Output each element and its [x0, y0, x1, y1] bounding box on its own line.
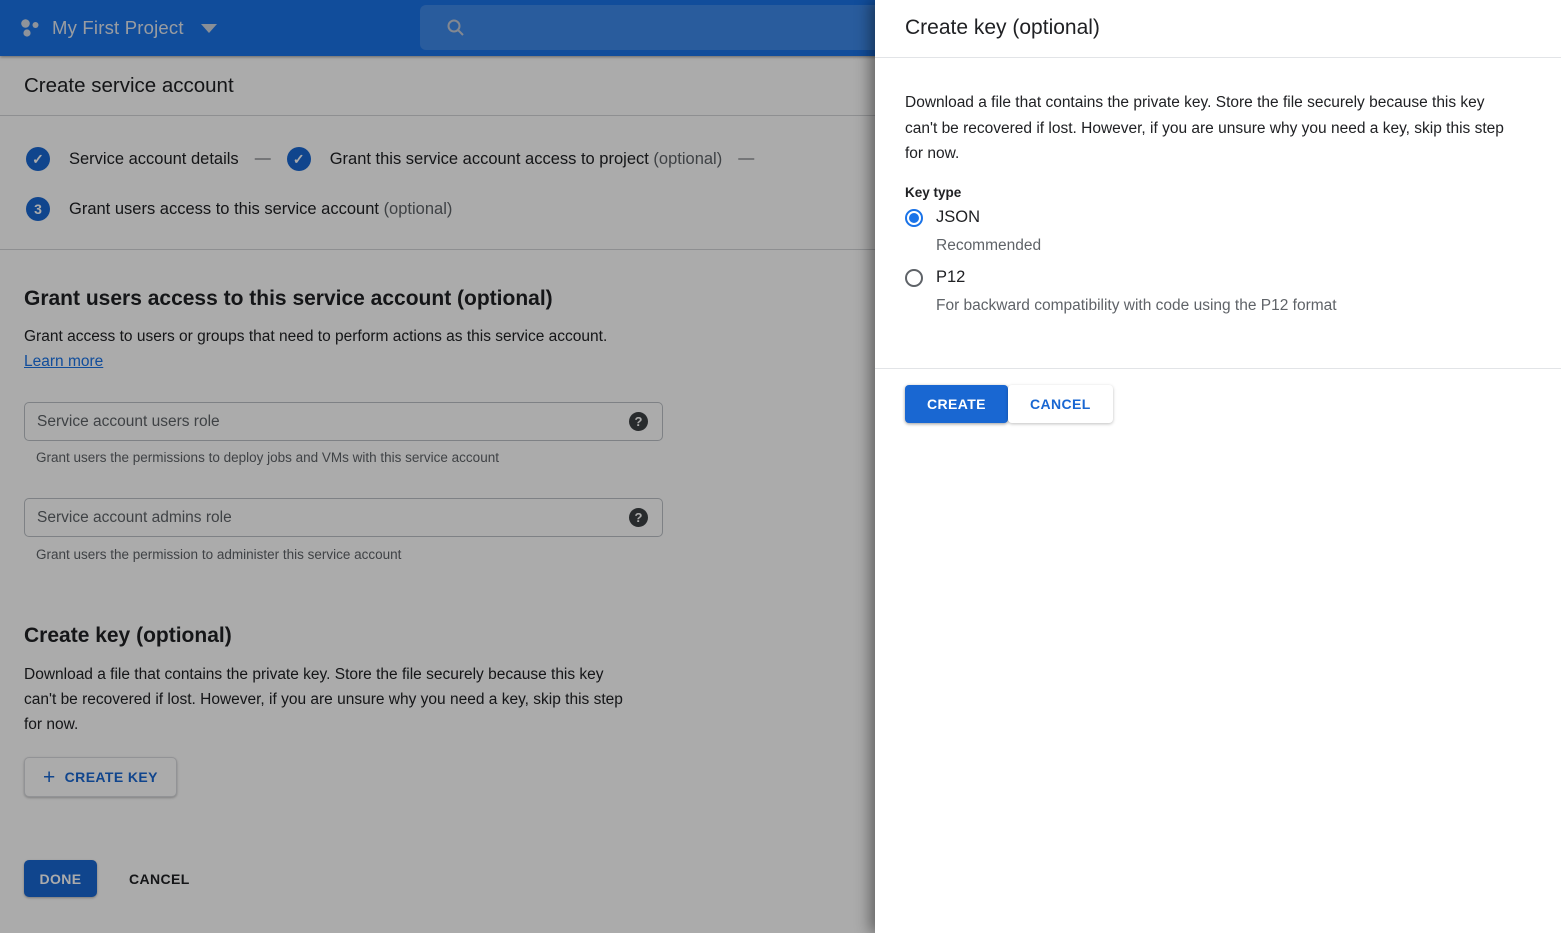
panel-description: Download a file that contains the privat…: [905, 90, 1504, 167]
json-option-label: JSON: [936, 208, 980, 227]
key-type-option-json[interactable]: JSON: [905, 208, 980, 227]
p12-option-label: P12: [936, 268, 965, 287]
screen: My First Project Create service account …: [0, 0, 1561, 933]
panel-create-button[interactable]: CREATE: [905, 385, 1008, 423]
key-type-label: Key type: [905, 185, 961, 200]
panel-header-divider: [875, 57, 1561, 58]
key-type-option-p12[interactable]: P12: [905, 268, 965, 287]
panel-cancel-button[interactable]: CANCEL: [1008, 385, 1113, 423]
radio-selected-icon: [905, 209, 923, 227]
panel-title: Create key (optional): [905, 16, 1100, 40]
json-option-subtext: Recommended: [936, 237, 1041, 255]
radio-unselected-icon: [905, 269, 923, 287]
create-key-panel: Create key (optional) Download a file th…: [875, 0, 1561, 933]
panel-footer-divider: [875, 368, 1561, 369]
p12-option-subtext: For backward compatibility with code usi…: [936, 297, 1337, 315]
